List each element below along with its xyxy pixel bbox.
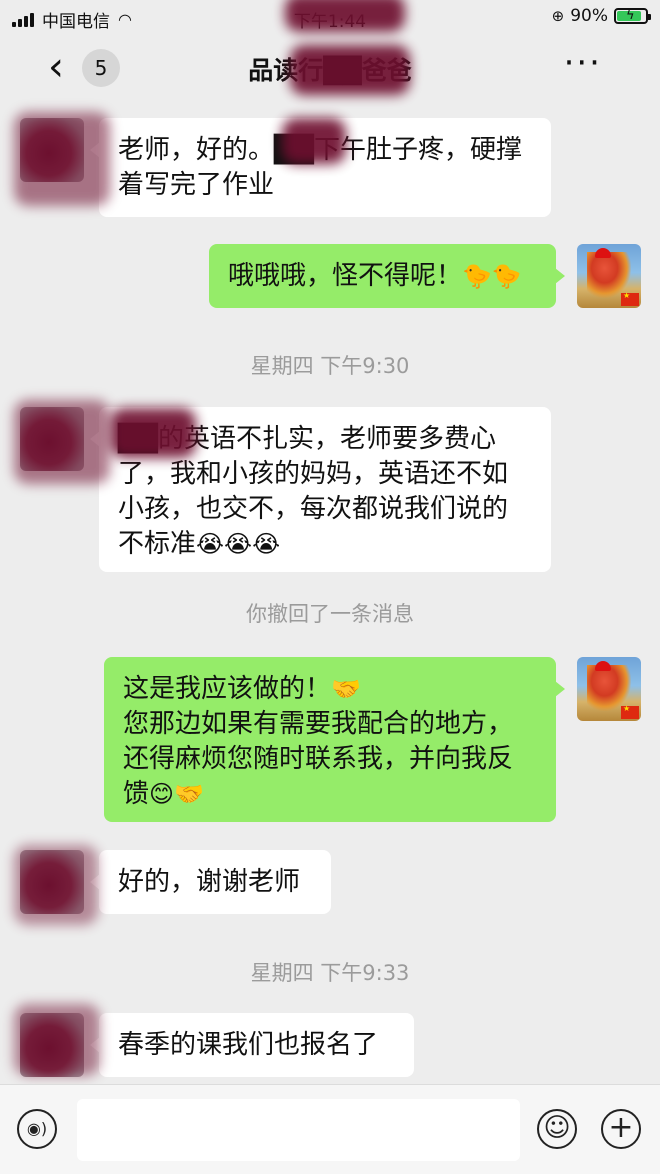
redaction <box>290 45 410 95</box>
redaction <box>14 1004 100 1076</box>
crying-emoji: 😭😭😭 <box>196 530 281 558</box>
avatar[interactable] <box>577 244 641 308</box>
input-bar: ◉) ☺ + <box>0 1084 660 1174</box>
chick-emoji: 🐤🐤 <box>462 262 522 290</box>
redaction <box>14 112 110 206</box>
message-text: 这是我应该做的！ <box>123 674 332 704</box>
battery-percent: 90% <box>570 6 608 26</box>
message-bubble[interactable]: 好的，谢谢老师 <box>90 850 331 914</box>
redaction <box>110 408 196 458</box>
message-text: 哦哦哦，怪不得呢！ <box>228 261 463 291</box>
message-bubble[interactable]: 春季的课我们也报名了 <box>90 1013 414 1077</box>
timestamp: 星期四 下午9:30 <box>250 354 410 378</box>
redaction <box>14 400 110 484</box>
redaction <box>285 0 405 32</box>
battery-icon: ϟ <box>614 8 651 24</box>
message-text: 春季的课我们也报名了 <box>118 1030 379 1060</box>
redaction <box>14 845 98 925</box>
message-input[interactable] <box>77 1099 520 1161</box>
more-dots-icon[interactable]: ··· <box>564 38 602 88</box>
timestamp: 星期四 下午9:33 <box>250 961 410 985</box>
voice-icon[interactable]: ◉) <box>17 1109 57 1149</box>
avatar[interactable] <box>577 657 641 721</box>
redaction <box>282 118 346 164</box>
plus-icon[interactable]: + <box>601 1109 641 1149</box>
message-text: 好的，谢谢老师 <box>118 867 301 897</box>
emoji-icon[interactable]: ☺ <box>537 1109 577 1149</box>
smile-handshake-emoji: 😊🤝 <box>149 780 204 808</box>
rotation-lock-icon: ⊕ <box>551 7 565 25</box>
recall-notice: 你撤回了一条消息 <box>246 602 414 626</box>
message-bubble[interactable]: 这是我应该做的！🤝 您那边如果有需要我配合的地方，还得麻烦您随时联系我，并向我反… <box>104 657 565 822</box>
handshake-emoji: 🤝 <box>331 675 361 703</box>
message-bubble[interactable]: 哦哦哦，怪不得呢！🐤🐤 <box>209 244 565 308</box>
